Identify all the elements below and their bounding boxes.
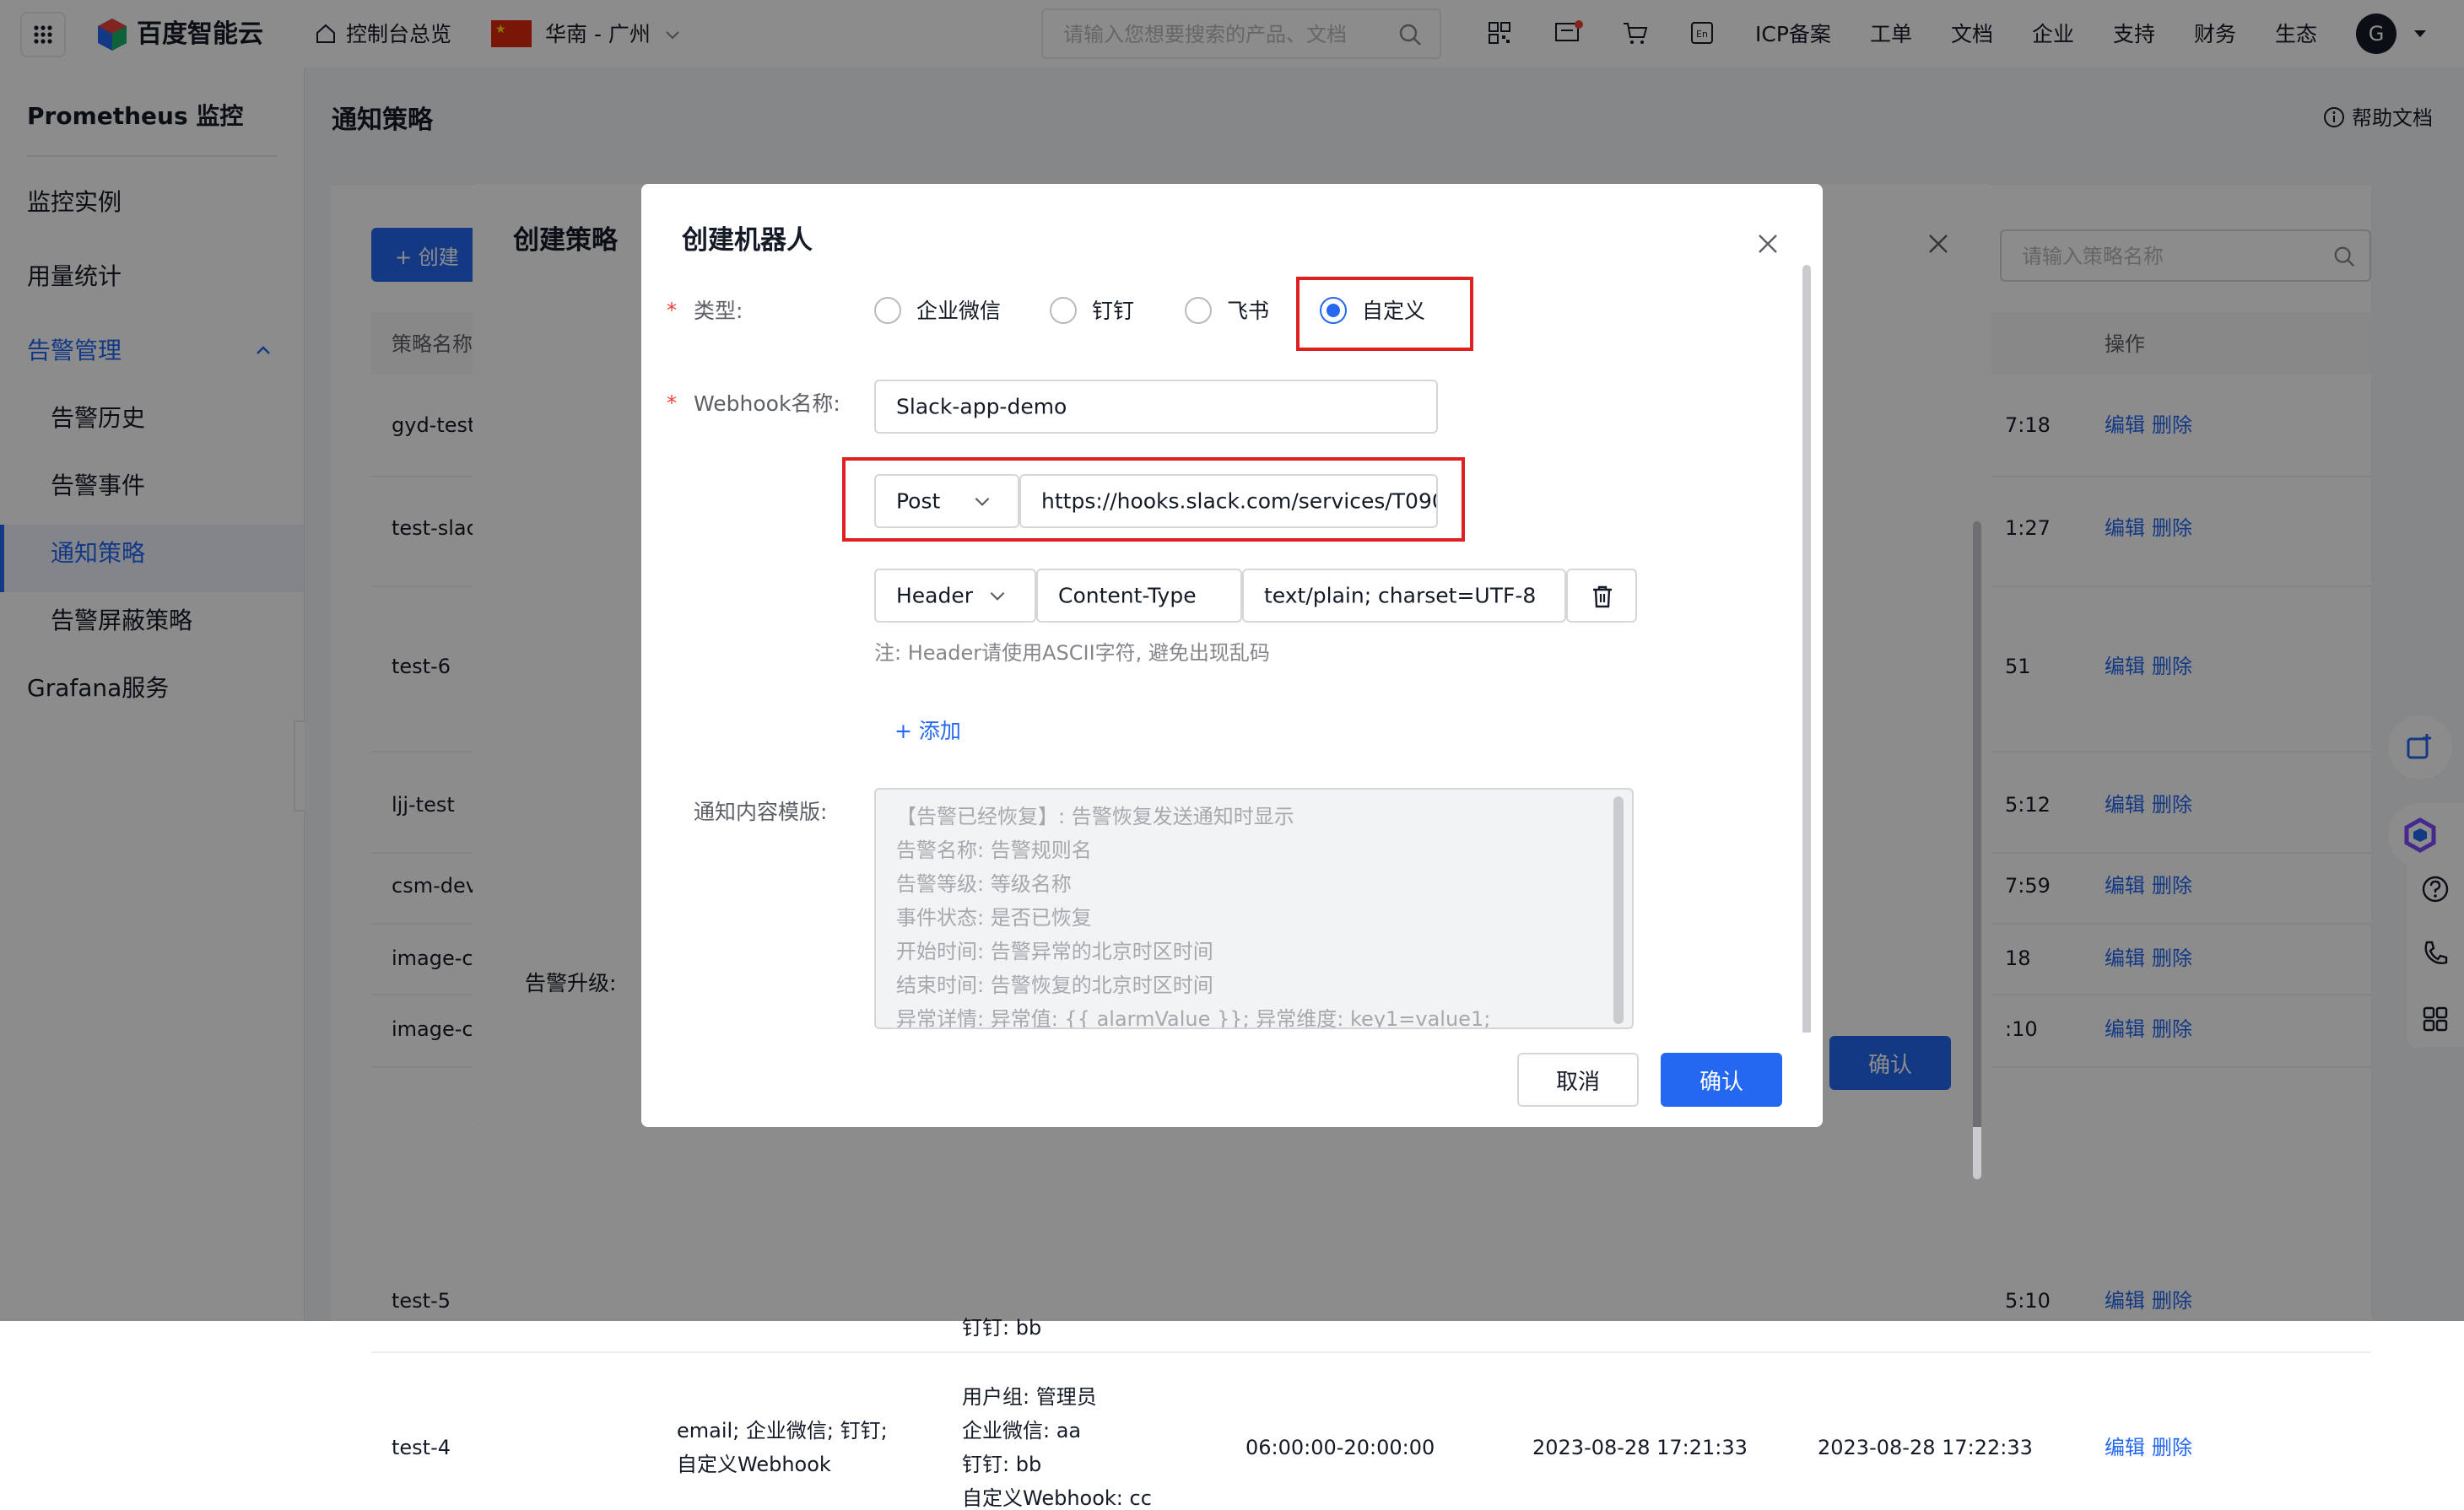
type-label: 类型: — [694, 299, 743, 323]
required-mark: * — [667, 299, 677, 322]
channel-cell: email; 企业微信; 钉钉; — [677, 1419, 888, 1443]
header-note: 注: Header请使用ASCII字符, 避免出现乱码 — [874, 641, 1270, 665]
dialog-scrollbar-thumb[interactable] — [1802, 265, 1811, 1075]
chevron-down-icon — [990, 591, 1005, 601]
close-icon[interactable] — [1755, 231, 1780, 256]
dialog-footer: 取消 确认 — [641, 1033, 1823, 1127]
radio-feishu[interactable]: 飞书 — [1185, 295, 1286, 326]
template-line: 【告警已经恢复】: 告警恢复发送通知时显示 — [896, 805, 1294, 828]
radio-circle — [1185, 297, 1212, 324]
textarea-scrollbar-thumb[interactable] — [1613, 796, 1624, 1024]
trash-icon — [1593, 585, 1612, 608]
template-line: 结束时间: 告警恢复的北京时区时间 — [896, 973, 1213, 997]
header-value-input[interactable]: text/plain; charset=UTF-8 — [1242, 569, 1566, 623]
radio-wecom[interactable]: 企业微信 — [874, 295, 1026, 326]
table-row: test-4 email; 企业微信; 钉钉; 自定义Webhook 用户组: … — [371, 1351, 2371, 1510]
create-robot-title: 创建机器人 — [682, 225, 813, 256]
template-line: 开始时间: 告警异常的北京时区时间 — [896, 940, 1213, 963]
required-mark: * — [667, 391, 677, 415]
recipient-detail: 自定义Webhook: cc — [962, 1486, 1152, 1510]
template-line: 异常详情: 异常值: {{ alarmValue }}; 异常维度: key1=… — [896, 1007, 1491, 1029]
recipient-detail: 企业微信: aa — [962, 1419, 1082, 1443]
template-line: 事件状态: 是否已恢复 — [896, 906, 1092, 930]
policy-name-cell: test-4 — [392, 1436, 451, 1459]
delete-header-button[interactable] — [1566, 569, 1637, 623]
template-line: 告警等级: 等级名称 — [896, 872, 1072, 896]
edit-link[interactable]: 编辑 — [2105, 1437, 2145, 1458]
channel-cell: 自定义Webhook — [677, 1453, 831, 1476]
period-cell: 06:00:00-20:00:00 — [1246, 1436, 1435, 1459]
cancel-button[interactable]: 取消 — [1517, 1053, 1639, 1107]
recipient-detail: 钉钉: bb — [962, 1453, 1042, 1476]
highlight-custom-type — [1296, 277, 1473, 351]
radio-circle — [1050, 297, 1077, 324]
highlight-url-row — [842, 457, 1465, 542]
created-time-cell: 2023-08-28 17:21:33 — [1532, 1436, 1748, 1459]
radio-dingtalk[interactable]: 钉钉 — [1050, 295, 1151, 326]
template-label: 通知内容模版: — [694, 800, 828, 824]
webhook-name-input[interactable]: Slack-app-demo — [874, 380, 1438, 434]
template-textarea[interactable]: 【告警已经恢复】: 告警恢复发送通知时显示 告警名称: 告警规则名 告警等级: … — [874, 788, 1634, 1029]
radio-circle — [874, 297, 901, 324]
webhook-name-label: Webhook名称: — [694, 391, 840, 416]
template-line: 告警名称: 告警规则名 — [896, 839, 1092, 862]
header-key-input[interactable]: Content-Type — [1036, 569, 1242, 623]
delete-link[interactable]: 删除 — [2152, 1437, 2192, 1458]
updated-time-cell: 2023-08-28 17:22:33 — [1818, 1436, 2033, 1459]
confirm-button[interactable]: 确认 — [1661, 1053, 1782, 1107]
recipient-detail: 用户组: 管理员 — [962, 1385, 1097, 1409]
header-type-select[interactable]: Header — [874, 569, 1036, 623]
create-robot-dialog: 创建机器人 * 类型: 企业微信 钉钉 飞书 自定义 * Webhook名称: … — [641, 184, 1823, 1127]
add-header-link[interactable]: + 添加 — [894, 720, 961, 742]
